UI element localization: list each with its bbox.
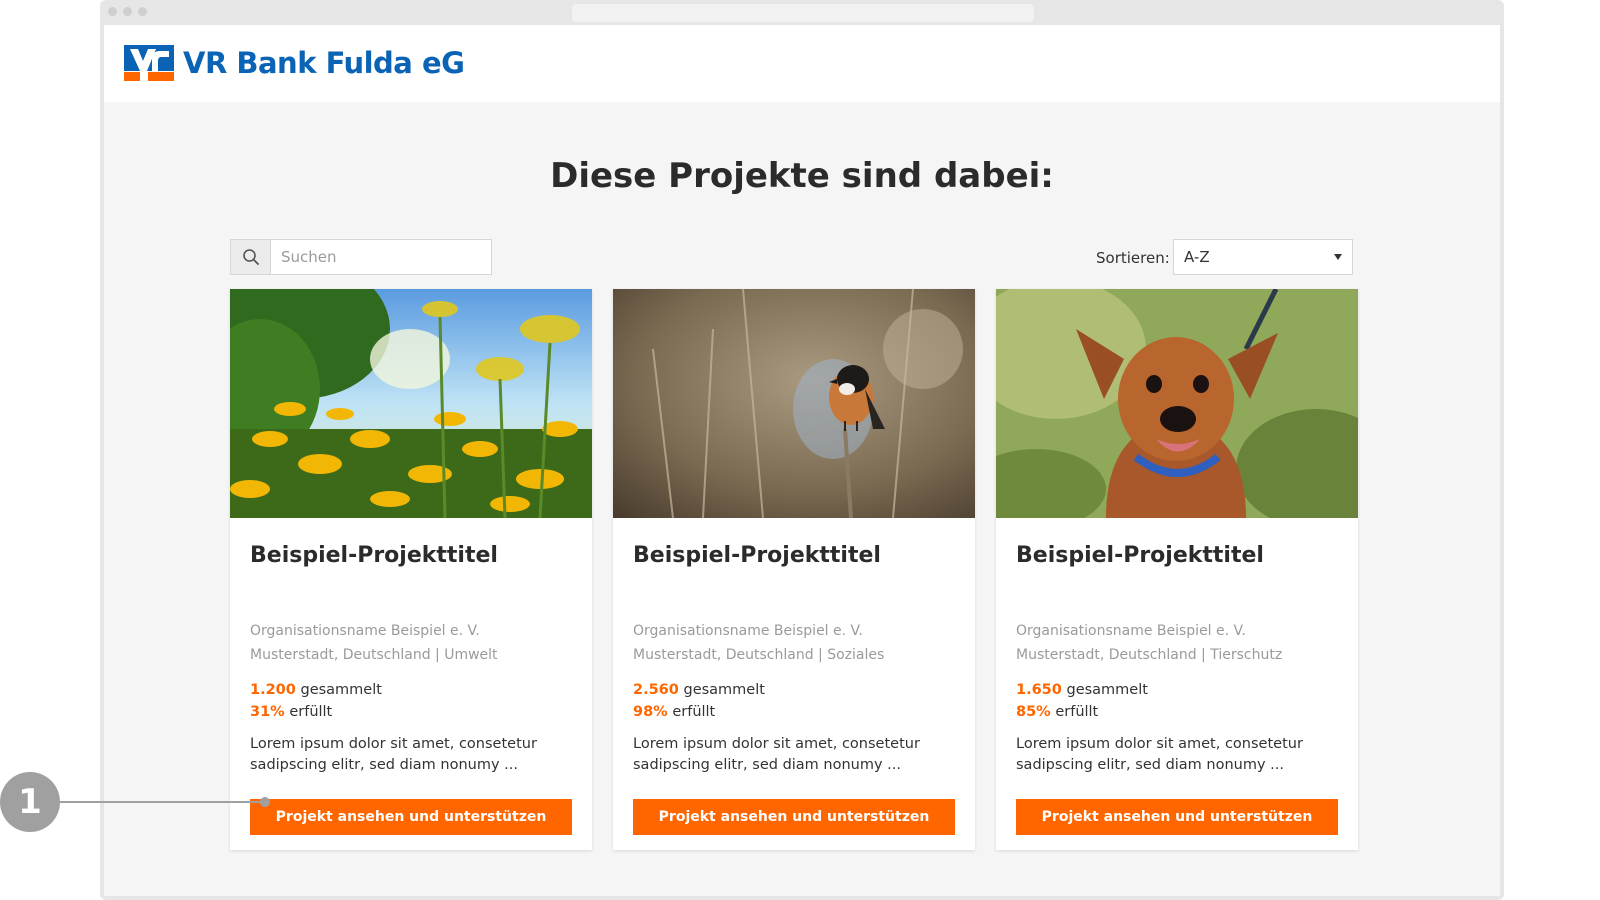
bank-logo[interactable]: VR Bank Fulda eG	[124, 45, 465, 81]
project-description: Lorem ipsum dolor sit amet, consetetur s…	[250, 736, 537, 773]
organization-name: Organisationsname Beispiel e. V.	[633, 623, 863, 639]
location-category: Musterstadt, Deutschland | Umwelt	[250, 647, 498, 663]
project-meta: Organisationsname Beispiel e. V. Musters…	[633, 619, 884, 667]
project-description: Lorem ipsum dolor sit amet, consetetur s…	[1016, 736, 1303, 773]
project-card: Beispiel-Projekttitel Organisationsname …	[613, 289, 975, 850]
sort-select[interactable]: A-Z	[1173, 239, 1353, 275]
amount-collected: 1.650	[1016, 682, 1062, 698]
location-category: Musterstadt, Deutschland | Soziales	[633, 647, 885, 663]
volksbank-logo-icon	[124, 45, 174, 81]
address-bar[interactable]	[572, 4, 1034, 22]
amount-collected: 2.560	[633, 682, 679, 698]
organization-name: Organisationsname Beispiel e. V.	[1016, 623, 1246, 639]
project-stats: 1.650 gesammelt 85% erfüllt	[1016, 679, 1148, 723]
view-project-button[interactable]: Projekt ansehen und unterstützen	[633, 799, 955, 835]
project-stats: 2.560 gesammelt 98% erfüllt	[633, 679, 765, 723]
amount-label: gesammelt	[300, 682, 382, 698]
project-title[interactable]: Beispiel-Projekttitel	[1016, 543, 1264, 568]
callout-marker: 1	[0, 772, 60, 832]
sort-label: Sortieren:	[1096, 249, 1170, 267]
window-dot[interactable]	[123, 7, 132, 16]
project-meta: Organisationsname Beispiel e. V. Musters…	[250, 619, 498, 667]
project-meta: Organisationsname Beispiel e. V. Musters…	[1016, 619, 1282, 667]
site-header: VR Bank Fulda eG	[104, 25, 1500, 102]
search-input[interactable]	[271, 240, 491, 274]
browser-window: VR Bank Fulda eG Diese Projekte sind dab…	[100, 0, 1504, 900]
project-description: Lorem ipsum dolor sit amet, consetetur s…	[633, 736, 920, 773]
amount-collected: 1.200	[250, 682, 296, 698]
search-box	[230, 239, 492, 275]
sort-selected-value: A-Z	[1184, 248, 1210, 266]
location-category: Musterstadt, Deutschland | Tierschutz	[1016, 647, 1283, 663]
search-icon	[242, 249, 259, 265]
project-stats: 1.200 gesammelt 31% erfüllt	[250, 679, 382, 723]
view-project-button[interactable]: Projekt ansehen und unterstützen	[250, 799, 572, 835]
percent-label: erfüllt	[672, 704, 716, 720]
callout-line	[60, 801, 264, 803]
organization-name: Organisationsname Beispiel e. V.	[250, 623, 480, 639]
page-title: Diese Projekte sind dabei:	[550, 156, 1054, 196]
bank-name: VR Bank Fulda eG	[183, 46, 465, 80]
callout-dot	[260, 797, 270, 807]
window-dot[interactable]	[108, 7, 117, 16]
percent-label: erfüllt	[1055, 704, 1099, 720]
view-project-button[interactable]: Projekt ansehen und unterstützen	[1016, 799, 1338, 835]
project-title[interactable]: Beispiel-Projekttitel	[250, 543, 498, 568]
chevron-down-icon	[1334, 254, 1342, 260]
project-image-bird[interactable]	[613, 289, 975, 518]
page-viewport: VR Bank Fulda eG Diese Projekte sind dab…	[104, 25, 1500, 896]
window-dot[interactable]	[138, 7, 147, 16]
project-card: Beispiel-Projekttitel Organisationsname …	[230, 289, 592, 850]
project-title[interactable]: Beispiel-Projekttitel	[633, 543, 881, 568]
project-image-dog[interactable]	[996, 289, 1358, 518]
window-controls	[108, 7, 147, 16]
amount-label: gesammelt	[1066, 682, 1148, 698]
percent-fulfilled: 98%	[633, 704, 668, 720]
percent-label: erfüllt	[289, 704, 333, 720]
project-image-flowers[interactable]	[230, 289, 592, 518]
search-button[interactable]	[231, 240, 271, 274]
amount-label: gesammelt	[683, 682, 765, 698]
percent-fulfilled: 85%	[1016, 704, 1051, 720]
percent-fulfilled: 31%	[250, 704, 285, 720]
project-card: Beispiel-Projekttitel Organisationsname …	[996, 289, 1358, 850]
